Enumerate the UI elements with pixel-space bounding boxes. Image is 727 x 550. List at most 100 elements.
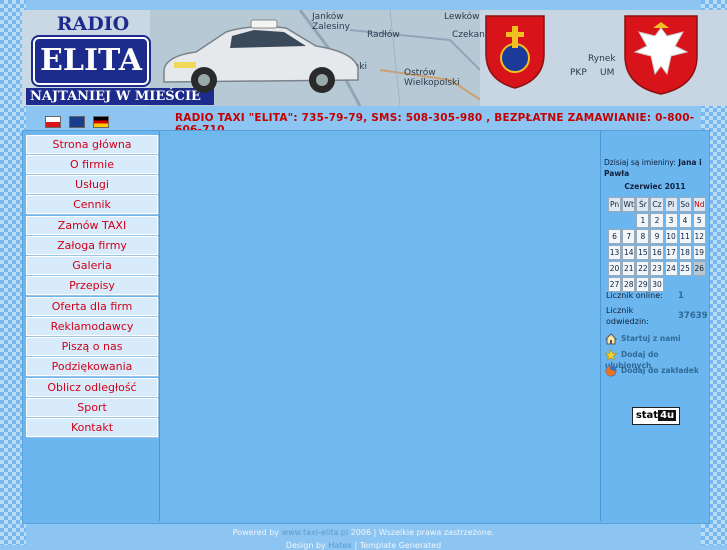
calendar-day: 7 — [622, 229, 636, 244]
menu-item-oblicz-odleglosc[interactable]: Oblicz odległość — [26, 378, 158, 397]
map-label: PKP — [570, 68, 587, 78]
menu-item-uslugi[interactable]: Usługi — [26, 175, 158, 194]
online-counter-value: 1 — [678, 291, 684, 301]
footer-site-link[interactable]: www.taxi-elita.pl — [282, 528, 349, 537]
uk-flag-icon[interactable] — [69, 115, 86, 128]
map-label: Lewków — [444, 12, 480, 22]
calendar-weekday: Nd — [692, 197, 706, 212]
calendar-day: 17 — [664, 245, 678, 260]
menu-item-zaloga-firmy[interactable]: Załoga firmy — [26, 236, 158, 255]
footer-designer-link[interactable]: Hatex — [328, 541, 352, 550]
add-bookmark-link[interactable]: Dodaj do zakładek — [605, 365, 699, 377]
calendar-weekday: Pi — [664, 197, 678, 212]
calendar-day: 25 — [678, 261, 692, 276]
calendar-day: 16 — [650, 245, 664, 260]
right-sidebar: Dzisiaj są imieniny: Jana i Pawła Czerwi… — [602, 131, 708, 521]
map-label: Wielkopolski — [404, 78, 460, 88]
calendar-weekday: Śr — [636, 197, 650, 212]
taxi-logo[interactable]: RADIO TAXI ELITA — [27, 13, 152, 85]
calendar-day: 2 — [650, 213, 664, 228]
calendar-day: 5 — [692, 213, 706, 228]
german-flag-icon[interactable] — [93, 115, 110, 128]
calendar-day: 18 — [678, 245, 692, 260]
menu-item-pisza-o-nas[interactable]: Piszą o nas — [26, 337, 158, 356]
map-label: Ostrów — [404, 68, 436, 78]
calendar-day: 10 — [664, 229, 678, 244]
main-content-area — [160, 131, 601, 521]
language-bar — [45, 111, 112, 130]
site-header-banner: Janków Zalesiny Lewków Radłów Czekanów L… — [22, 10, 727, 106]
map-label: Rynek — [588, 54, 616, 64]
city-crest-icon — [485, 15, 545, 89]
start-with-us-link[interactable]: Startuj z nami — [605, 333, 681, 345]
calendar-weekday: Pn — [608, 197, 622, 212]
firefox-icon — [605, 365, 617, 377]
calendar-day: 21 — [622, 261, 636, 276]
footer-design-prefix: Design by — [285, 541, 329, 550]
online-counter-label: Licznik online: — [606, 291, 663, 300]
footer-powered: Powered by — [232, 528, 282, 537]
calendar-weekday: Cz — [650, 197, 664, 212]
eagle-crest-icon — [624, 15, 698, 95]
star-icon — [605, 349, 617, 361]
start-with-us-label: Startuj z nami — [621, 334, 681, 343]
name-day-prefix: Dzisiaj są imieniny: — [604, 158, 679, 167]
calendar-day: 28 — [622, 277, 636, 292]
calendar-day: 11 — [678, 229, 692, 244]
map-label: Radłów — [367, 30, 400, 40]
calendar-day: 9 — [650, 229, 664, 244]
footer-design-rest: | Template Generated — [351, 541, 442, 550]
calendar-day-today: 26 — [692, 261, 706, 276]
calendar-empty-cell — [608, 213, 621, 228]
calendar-empty-cell — [693, 277, 706, 292]
calendar-day: 24 — [664, 261, 678, 276]
calendar-day: 22 — [636, 261, 650, 276]
main-frame: Strona główna O firmie Usługi Cennik Zam… — [22, 130, 710, 524]
calendar-day: 23 — [650, 261, 664, 276]
calendar-day: 30 — [650, 277, 664, 292]
calendar-day: 8 — [636, 229, 650, 244]
footer-design: Design by Hatex | Template Generated — [0, 541, 727, 550]
calendar-day: 4 — [678, 213, 692, 228]
main-menu: Strona główna O firmie Usługi Cennik Zam… — [23, 131, 160, 521]
calendar-day: 19 — [692, 245, 706, 260]
calendar-day: 6 — [608, 229, 622, 244]
calendar-day: 14 — [622, 245, 636, 260]
menu-item-o-firmie[interactable]: O firmie — [26, 155, 158, 174]
menu-item-strona-glowna[interactable]: Strona główna — [26, 135, 158, 154]
map-label: UM — [600, 68, 615, 78]
menu-item-reklamodawcy[interactable]: Reklamodawcy — [26, 317, 158, 336]
calendar-day: 3 — [664, 213, 678, 228]
menu-item-sport[interactable]: Sport — [26, 398, 158, 417]
calendar-day: 12 — [692, 229, 706, 244]
menu-item-kontakt[interactable]: Kontakt — [26, 418, 158, 437]
calendar-day: 15 — [636, 245, 650, 260]
menu-item-galeria[interactable]: Galeria — [26, 256, 158, 275]
add-bookmark-label: Dodaj do zakładek — [621, 366, 699, 375]
menu-item-zamow-taxi[interactable]: Zamów TAXI — [26, 216, 158, 235]
czech-flag-icon[interactable] — [45, 115, 61, 128]
calendar-empty-cell — [679, 277, 692, 292]
calendar-day: 13 — [608, 245, 622, 260]
taxi-car-image — [163, 19, 359, 93]
menu-item-przepisy[interactable]: Przepisy — [26, 276, 158, 295]
calendar-title: Czerwiec 2011 — [624, 182, 686, 191]
calendar-weekday: So — [678, 197, 692, 212]
menu-item-podziekowania[interactable]: Podziękowania — [26, 357, 158, 376]
calendar: Pn Wt Śr Cz Pi So Nd 1 2 3 4 5 6 7 8 9 1… — [607, 196, 707, 293]
visits-counter-value: 37639 — [678, 311, 708, 321]
stat4u-badge[interactable]: stat 4u — [632, 407, 680, 425]
footer: Powered by www.taxi-elita.pl 2006 | Wsze… — [0, 528, 727, 537]
calendar-day: 20 — [608, 261, 622, 276]
footer-rights: 2006 | Wszelkie prawa zastrzeżone. — [348, 528, 495, 537]
calendar-weekday: Wt — [622, 197, 636, 212]
stat4u-text: stat — [635, 410, 659, 421]
name-day-info: Dzisiaj są imieniny: Jana i Pawła — [604, 157, 704, 179]
home-icon — [605, 333, 617, 345]
calendar-day: 27 — [608, 277, 622, 292]
menu-item-cennik[interactable]: Cennik — [26, 195, 158, 214]
calendar-day: 29 — [636, 277, 650, 292]
logo-main-text: ELITA — [33, 37, 149, 85]
menu-item-oferta-dla-firm[interactable]: Oferta dla firm — [26, 297, 158, 316]
visits-counter-label: Licznik odwiedzin: — [606, 306, 649, 326]
